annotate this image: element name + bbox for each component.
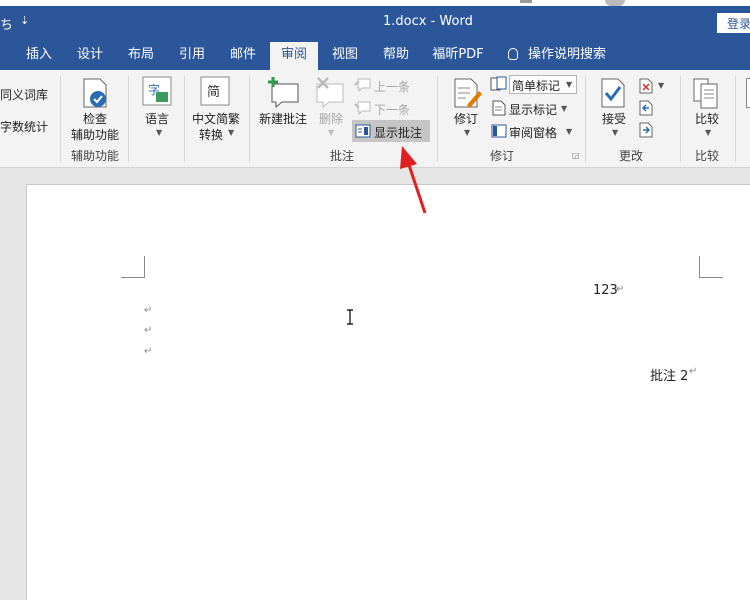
tab-mailings[interactable]: 邮件: [218, 42, 268, 70]
accessibility-group-label: 辅助功能: [71, 149, 120, 163]
paragraph-mark: ↵: [144, 346, 153, 357]
separator: [249, 76, 250, 162]
title-bar-left-fragment: ち: [0, 18, 14, 33]
check-accessibility-line2[interactable]: 辅助功能: [71, 126, 119, 143]
comment-text[interactable]: 批注 2: [650, 365, 688, 384]
svg-text:简: 简: [207, 84, 220, 100]
language-button[interactable]: 语言: [145, 110, 169, 127]
text-cursor-icon: [347, 309, 353, 325]
previous-comment-button[interactable]: 上一条: [374, 78, 410, 95]
delete-comment-icon: [316, 77, 344, 108]
next-comment-button[interactable]: 下一条: [374, 101, 410, 118]
document-text-line[interactable]: 123: [593, 283, 618, 298]
tracking-group-label: 修订: [490, 149, 515, 163]
show-comments-label: 显示批注: [374, 126, 423, 140]
paragraph-mark: ↵: [616, 284, 625, 295]
check-accessibility-line1[interactable]: 检查: [83, 110, 107, 127]
paragraph-mark: ↵: [144, 325, 153, 336]
tab-help[interactable]: 帮助: [371, 42, 421, 70]
accept-caret[interactable]: ▼: [612, 128, 618, 137]
paragraph-mark: ↵: [144, 305, 153, 316]
chinese-convert-caret[interactable]: ▼: [228, 128, 234, 137]
next-comment-icon: [354, 101, 371, 115]
paragraph-mark: ↵: [689, 366, 698, 377]
language-dropdown-caret[interactable]: ▼: [156, 128, 162, 137]
title-bar: ち ⇣ 1.docx - Word 登录: [0, 0, 750, 42]
previous-change-icon: [639, 100, 653, 116]
reject-caret[interactable]: ▼: [658, 81, 664, 90]
track-changes-icon: [454, 78, 482, 108]
separator: [60, 76, 61, 162]
accessibility-icon: [83, 78, 107, 108]
separator: [585, 76, 586, 162]
top-strip-mark-2: [605, 0, 625, 6]
quick-access-dropdown[interactable]: ⇣: [20, 14, 29, 27]
chinese-convert-icon: 简: [200, 76, 230, 106]
word-count-button[interactable]: 字数统计: [0, 118, 48, 135]
changes-group-label: 更改: [619, 149, 644, 163]
tab-layout[interactable]: 布局: [116, 42, 166, 70]
reviewing-pane-caret[interactable]: ▼: [566, 127, 572, 136]
tab-insert[interactable]: 插入: [14, 42, 64, 70]
tab-view[interactable]: 视图: [320, 42, 370, 70]
compare-caret[interactable]: ▼: [705, 128, 711, 137]
delete-dropdown-caret[interactable]: ▼: [328, 128, 334, 137]
tracking-dialog-launcher[interactable]: ◲: [572, 151, 580, 160]
crop-mark-top-right: [699, 256, 723, 278]
chinese-convert-line1[interactable]: 中文简繁: [192, 110, 240, 127]
separator: [735, 76, 736, 162]
markup-icon: [490, 76, 507, 91]
separator: [128, 76, 129, 162]
tell-me-search[interactable]: 操作说明搜索: [508, 42, 606, 70]
document-page[interactable]: [26, 184, 750, 600]
markup-select-caret: ▼: [566, 80, 573, 89]
delete-comment-button[interactable]: 删除: [319, 110, 343, 127]
show-markup-icon: [492, 100, 506, 116]
tell-me-label: 操作说明搜索: [528, 47, 607, 62]
tab-references[interactable]: 引用: [167, 42, 217, 70]
comments-group-label: 批注: [330, 149, 355, 163]
markup-select[interactable]: 简单标记 ▼: [509, 75, 577, 94]
reject-icon: [639, 78, 653, 94]
markup-select-value: 简单标记: [512, 79, 561, 93]
next-change-icon: [639, 122, 653, 138]
reviewing-pane-button[interactable]: 审阅窗格: [509, 124, 557, 141]
separator: [680, 76, 681, 162]
tab-foxit-pdf[interactable]: 福昕PDF: [424, 42, 492, 70]
new-comment-icon: [268, 77, 299, 108]
login-button[interactable]: 登录: [717, 13, 750, 33]
accept-icon: [601, 78, 625, 108]
ribbon: 同义词库 字数统计 检查 辅助功能 辅助功能 字 语言 ▼ 简 中文简繁 转换 …: [0, 70, 750, 168]
show-markup-button[interactable]: 显示标记: [509, 101, 557, 118]
compare-group-label: 比较: [695, 149, 720, 163]
compare-icon: [693, 78, 718, 109]
reviewing-pane-icon: [491, 124, 507, 138]
annotation-arrow-icon: [400, 146, 427, 214]
window-title: 1.docx - Word: [383, 14, 473, 29]
show-comments-icon: [355, 124, 371, 138]
show-markup-caret[interactable]: ▼: [561, 104, 567, 113]
tab-design[interactable]: 设计: [66, 42, 114, 70]
separator: [437, 76, 438, 162]
compare-button[interactable]: 比较: [695, 110, 719, 127]
accept-button[interactable]: 接受: [602, 110, 626, 127]
lightbulb-icon: [508, 48, 518, 60]
ribbon-tabs: 插入 设计 布局 引用 邮件 审阅 视图 帮助 福昕PDF 操作说明搜索: [0, 42, 750, 70]
crop-mark-top-left: [121, 256, 145, 278]
previous-comment-icon: [354, 78, 371, 92]
language-icon: 字: [142, 76, 172, 106]
protect-icon-partial: [746, 78, 750, 108]
thesaurus-button[interactable]: 同义词库: [0, 86, 48, 103]
track-changes-caret[interactable]: ▼: [464, 128, 470, 137]
chinese-convert-line2[interactable]: 转换: [199, 126, 223, 143]
tab-review[interactable]: 审阅: [270, 42, 318, 70]
new-comment-button[interactable]: 新建批注: [259, 110, 307, 127]
track-changes-button[interactable]: 修订: [454, 110, 478, 127]
separator: [184, 76, 185, 162]
top-strip-mark: [520, 0, 532, 3]
top-strip: [0, 0, 750, 6]
